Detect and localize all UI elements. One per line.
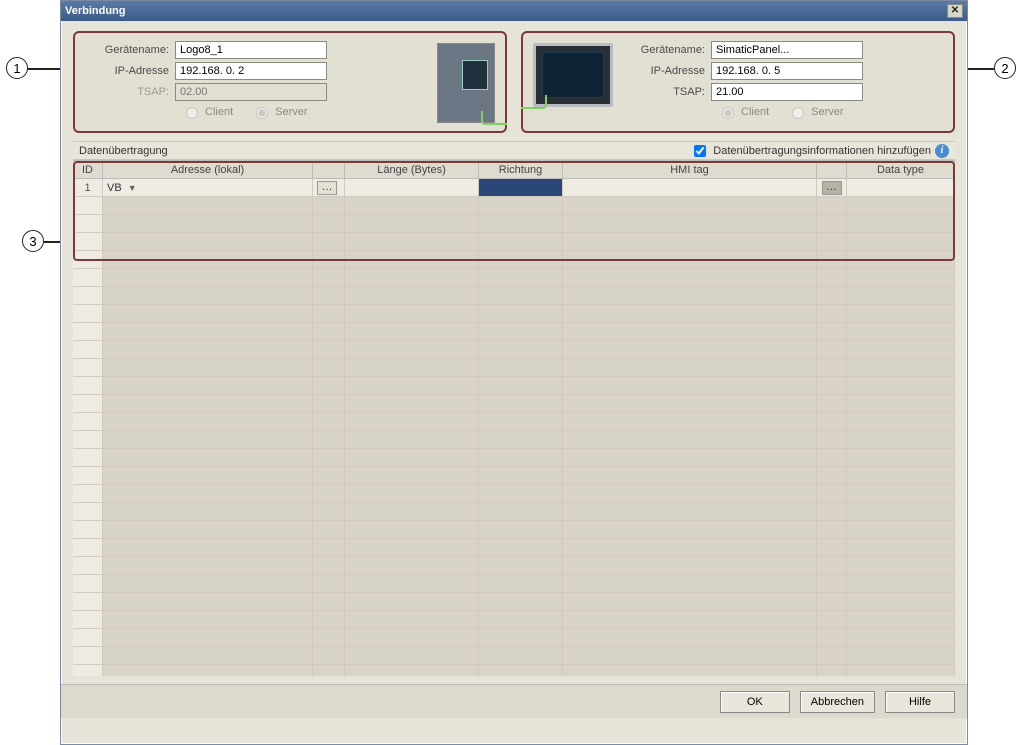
table-row[interactable] [73, 251, 955, 269]
table-row[interactable] [73, 485, 955, 503]
section-header: Datenübertragung Datenübertragungsinform… [73, 141, 955, 160]
table-row[interactable] [73, 413, 955, 431]
table-row[interactable] [73, 611, 955, 629]
label-devicename: Gerätename: [85, 44, 175, 56]
radio-server-remote[interactable]: Server [787, 104, 843, 119]
table-row[interactable] [73, 377, 955, 395]
input-tsap-local [175, 83, 327, 101]
ok-button[interactable]: OK [720, 691, 790, 713]
connector-in [521, 95, 547, 109]
label-tsap-r: TSAP: [621, 86, 711, 98]
callout-3: 3 [22, 230, 44, 252]
cell-hmi[interactable] [563, 179, 817, 196]
data-grid[interactable]: ID Adresse (lokal) Länge (Bytes) Richtun… [73, 160, 955, 676]
cell-addr-browse[interactable]: … [313, 179, 345, 196]
table-row[interactable] [73, 215, 955, 233]
table-row[interactable] [73, 521, 955, 539]
col-dtype[interactable]: Data type [847, 161, 955, 178]
table-row[interactable] [73, 269, 955, 287]
table-row[interactable] [73, 233, 955, 251]
label-devicename-r: Gerätename: [621, 44, 711, 56]
input-tsap-remote[interactable] [711, 83, 863, 101]
col-addr-btn [313, 161, 345, 178]
connector-out [481, 111, 507, 125]
role-radios-local: Client Server [181, 104, 429, 119]
col-hmi-btn [817, 161, 847, 178]
input-devicename-remote[interactable] [711, 41, 863, 59]
label-ip-r: IP-Adresse [621, 65, 711, 77]
cancel-button[interactable]: Abbrechen [800, 691, 875, 713]
cell-dtype[interactable] [847, 179, 955, 196]
label-tsap: TSAP: [85, 86, 175, 98]
window-title: Verbindung [65, 5, 947, 17]
grid-header: ID Adresse (lokal) Länge (Bytes) Richtun… [73, 161, 955, 179]
col-len[interactable]: Länge (Bytes) [345, 161, 479, 178]
table-row[interactable] [73, 629, 955, 647]
col-hmi[interactable]: HMI tag [563, 161, 817, 178]
help-button[interactable]: Hilfe [885, 691, 955, 713]
label-ip: IP-Adresse [85, 65, 175, 77]
table-row[interactable] [73, 305, 955, 323]
radio-server-local[interactable]: Server [251, 104, 307, 119]
device-panel-remote: Gerätename: IP-Adresse TSAP: Client Serv… [521, 31, 955, 133]
input-ip-remote[interactable] [711, 62, 863, 80]
checkbox-add-info-label: Datenübertragungsinformationen hinzufüge… [713, 145, 931, 157]
table-row[interactable] [73, 467, 955, 485]
col-dir[interactable]: Richtung [479, 161, 563, 178]
checkbox-add-info[interactable] [694, 145, 706, 157]
callout-1: 1 [6, 57, 28, 79]
browse-button[interactable]: … [822, 181, 842, 195]
table-row[interactable] [73, 575, 955, 593]
table-row[interactable] [73, 197, 955, 215]
table-row[interactable] [73, 503, 955, 521]
browse-button[interactable]: … [317, 181, 337, 195]
close-button[interactable]: ✕ [947, 4, 963, 18]
table-row[interactable] [73, 395, 955, 413]
table-row[interactable] [73, 287, 955, 305]
input-ip-local[interactable] [175, 62, 327, 80]
callout-2: 2 [994, 57, 1016, 79]
table-row[interactable] [73, 647, 955, 665]
titlebar[interactable]: Verbindung ✕ [61, 1, 967, 21]
cell-dir[interactable] [479, 179, 563, 196]
table-row[interactable]: 1VB ▼ … … [73, 179, 955, 197]
grid-body[interactable]: 1VB ▼ … … [73, 179, 955, 676]
info-icon[interactable]: i [935, 144, 949, 158]
table-row[interactable] [73, 593, 955, 611]
device-panel-local: Gerätename: IP-Adresse TSAP: Client Serv… [73, 31, 507, 133]
table-row[interactable] [73, 341, 955, 359]
table-row[interactable] [73, 665, 955, 676]
table-row[interactable] [73, 539, 955, 557]
radio-client-remote[interactable]: Client [717, 104, 769, 119]
cell-hmi-browse[interactable]: … [817, 179, 847, 196]
col-id[interactable]: ID [73, 161, 103, 178]
cell-id: 1 [73, 179, 103, 196]
chevron-down-icon: ▼ [128, 183, 137, 193]
cell-len[interactable] [345, 179, 479, 196]
table-row[interactable] [73, 359, 955, 377]
table-row[interactable] [73, 449, 955, 467]
role-radios-remote: Client Server [717, 104, 943, 119]
col-addr[interactable]: Adresse (lokal) [103, 161, 313, 178]
dialog-footer: OK Abbrechen Hilfe [61, 684, 967, 718]
radio-client-local[interactable]: Client [181, 104, 233, 119]
cell-addr[interactable]: VB ▼ [103, 179, 313, 196]
table-row[interactable] [73, 557, 955, 575]
table-row[interactable] [73, 323, 955, 341]
input-devicename-local[interactable] [175, 41, 327, 59]
section-title: Datenübertragung [79, 145, 690, 157]
dialog-window: Verbindung ✕ Gerätename: IP-Adresse TSAP… [60, 0, 968, 745]
table-row[interactable] [73, 431, 955, 449]
